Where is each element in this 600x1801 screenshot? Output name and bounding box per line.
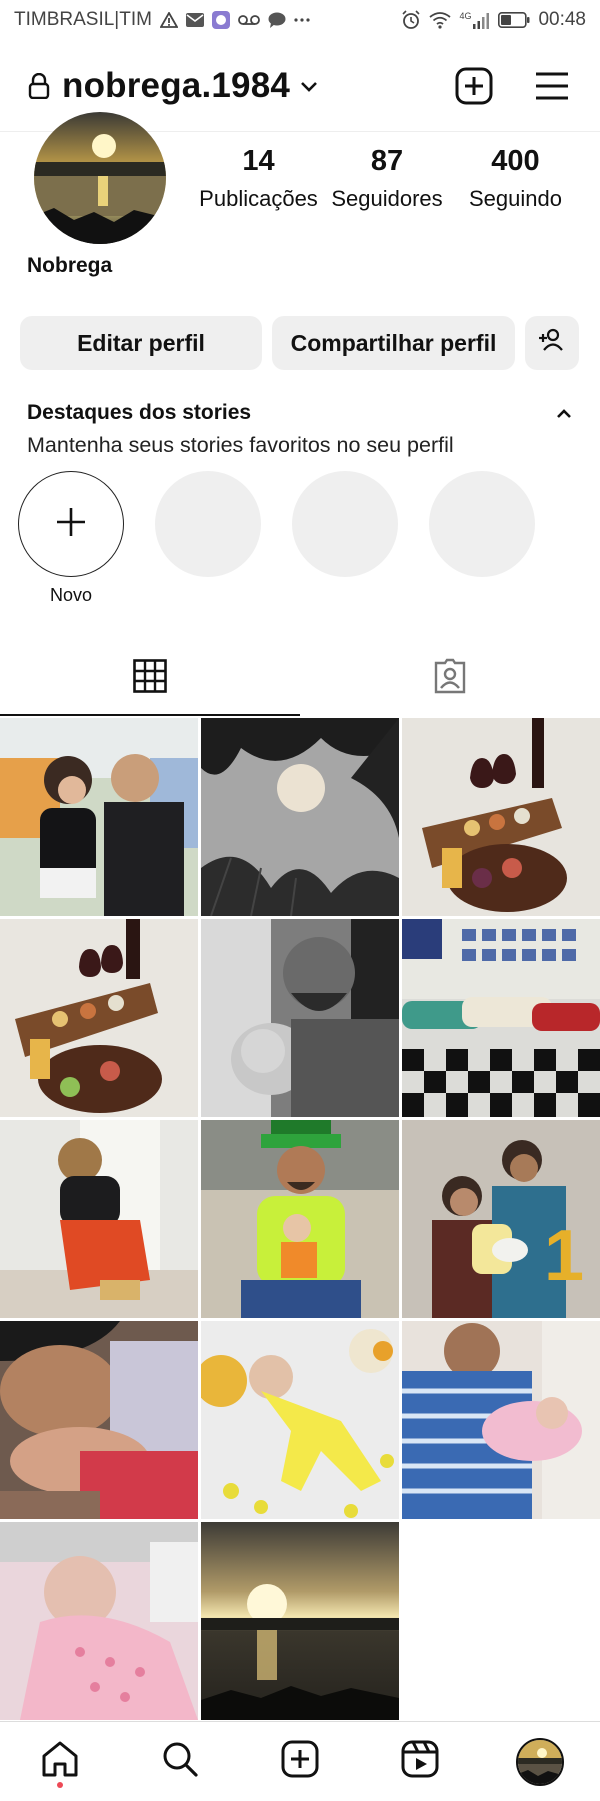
highlight-placeholder [429, 471, 535, 577]
signal-icon: 4G [459, 11, 490, 29]
highlight-placeholder [155, 471, 261, 577]
mail-icon [185, 13, 204, 27]
chevron-down-icon[interactable] [300, 80, 318, 92]
menu-icon[interactable] [532, 66, 572, 106]
stat-followers[interactable]: 87 Seguidores [325, 145, 450, 212]
post-thumbnail[interactable]: 1 [402, 1120, 600, 1318]
notification-dot [57, 1781, 63, 1788]
carrier-name: TIMBRASIL|TIM [14, 9, 152, 30]
home-icon [41, 1740, 79, 1783]
post-thumbnail[interactable] [0, 718, 198, 916]
add-user-icon [538, 328, 566, 358]
post-thumbnail[interactable] [201, 1522, 399, 1720]
highlights-title: Destaques dos stories [27, 401, 252, 424]
tab-tagged[interactable] [300, 640, 600, 716]
alarm-icon [401, 10, 421, 30]
nav-home[interactable] [30, 1732, 90, 1792]
post-thumbnail[interactable] [402, 1321, 600, 1519]
profile-avatar[interactable] [34, 112, 166, 244]
stat-followers-value: 87 [370, 145, 404, 177]
profile-actions: Editar perfil Compartilhar perfil [20, 316, 580, 370]
profile-avatar-small [516, 1737, 564, 1786]
highlight-placeholder [292, 471, 398, 577]
share-profile-button[interactable]: Compartilhar perfil [272, 316, 515, 370]
edit-profile-button[interactable]: Editar perfil [20, 316, 262, 370]
new-post-icon[interactable] [454, 66, 494, 106]
stat-following-label: Seguindo [469, 186, 562, 211]
stat-posts-value: 14 [242, 145, 275, 177]
lock-icon [28, 72, 50, 99]
post-thumbnail[interactable] [201, 718, 399, 916]
nav-profile[interactable] [510, 1732, 570, 1792]
app-icon [211, 11, 230, 29]
post-thumbnail[interactable] [0, 1321, 198, 1519]
highlights-subtitle: Mantenha seus stories favoritos no seu p… [27, 433, 454, 457]
new-highlight-label: Novo [49, 585, 93, 605]
discover-people-button[interactable] [525, 316, 579, 370]
new-highlight-button[interactable] [18, 471, 124, 577]
wifi-icon [429, 11, 451, 29]
voicemail-icon [238, 14, 260, 26]
chevron-up-icon[interactable] [552, 403, 576, 425]
post-thumbnail[interactable] [0, 1120, 198, 1318]
post-thumbnail[interactable] [0, 919, 198, 1117]
nav-reels[interactable] [390, 1732, 450, 1792]
reels-icon [401, 1740, 439, 1783]
username[interactable]: nobrega.1984 [62, 66, 290, 106]
profile-tabs [0, 640, 600, 716]
tab-posts-grid[interactable] [0, 640, 300, 716]
profile-stats: 14 Publicações 87 Seguidores 400 Seguind… [196, 145, 578, 212]
post-thumbnail[interactable] [402, 718, 600, 916]
post-thumbnail[interactable] [402, 919, 600, 1117]
post-thumbnail[interactable] [201, 919, 399, 1117]
stat-posts-label: Publicações [199, 186, 318, 211]
grid-icon [133, 658, 167, 698]
search-icon [161, 1740, 199, 1783]
stat-following-value: 400 [491, 145, 540, 177]
stat-followers-label: Seguidores [331, 186, 443, 211]
tagged-icon [432, 658, 468, 699]
status-bar: TIMBRASIL|TIM 4G 00:48 [0, 0, 600, 40]
more-icon [294, 18, 310, 22]
battery-icon [498, 12, 530, 28]
svg-text:1: 1 [544, 1216, 584, 1296]
nav-search[interactable] [150, 1732, 210, 1792]
stat-posts[interactable]: 14 Publicações [196, 145, 321, 212]
post-thumbnail[interactable] [201, 1321, 399, 1519]
post-thumbnail[interactable] [0, 1522, 198, 1720]
warning-icon [159, 12, 178, 28]
bottom-navigation [0, 1721, 600, 1801]
create-icon [281, 1740, 319, 1783]
clock-time: 00:48 [538, 9, 586, 30]
stat-following[interactable]: 400 Seguindo [453, 145, 578, 212]
plus-icon [54, 505, 88, 544]
nav-create[interactable] [270, 1732, 330, 1792]
network-label: 4G [459, 11, 472, 21]
post-thumbnail[interactable] [201, 1120, 399, 1318]
profile-display-name: Nobrega [27, 254, 113, 277]
posts-grid: 1 [0, 718, 600, 1720]
chat-icon [268, 12, 286, 28]
